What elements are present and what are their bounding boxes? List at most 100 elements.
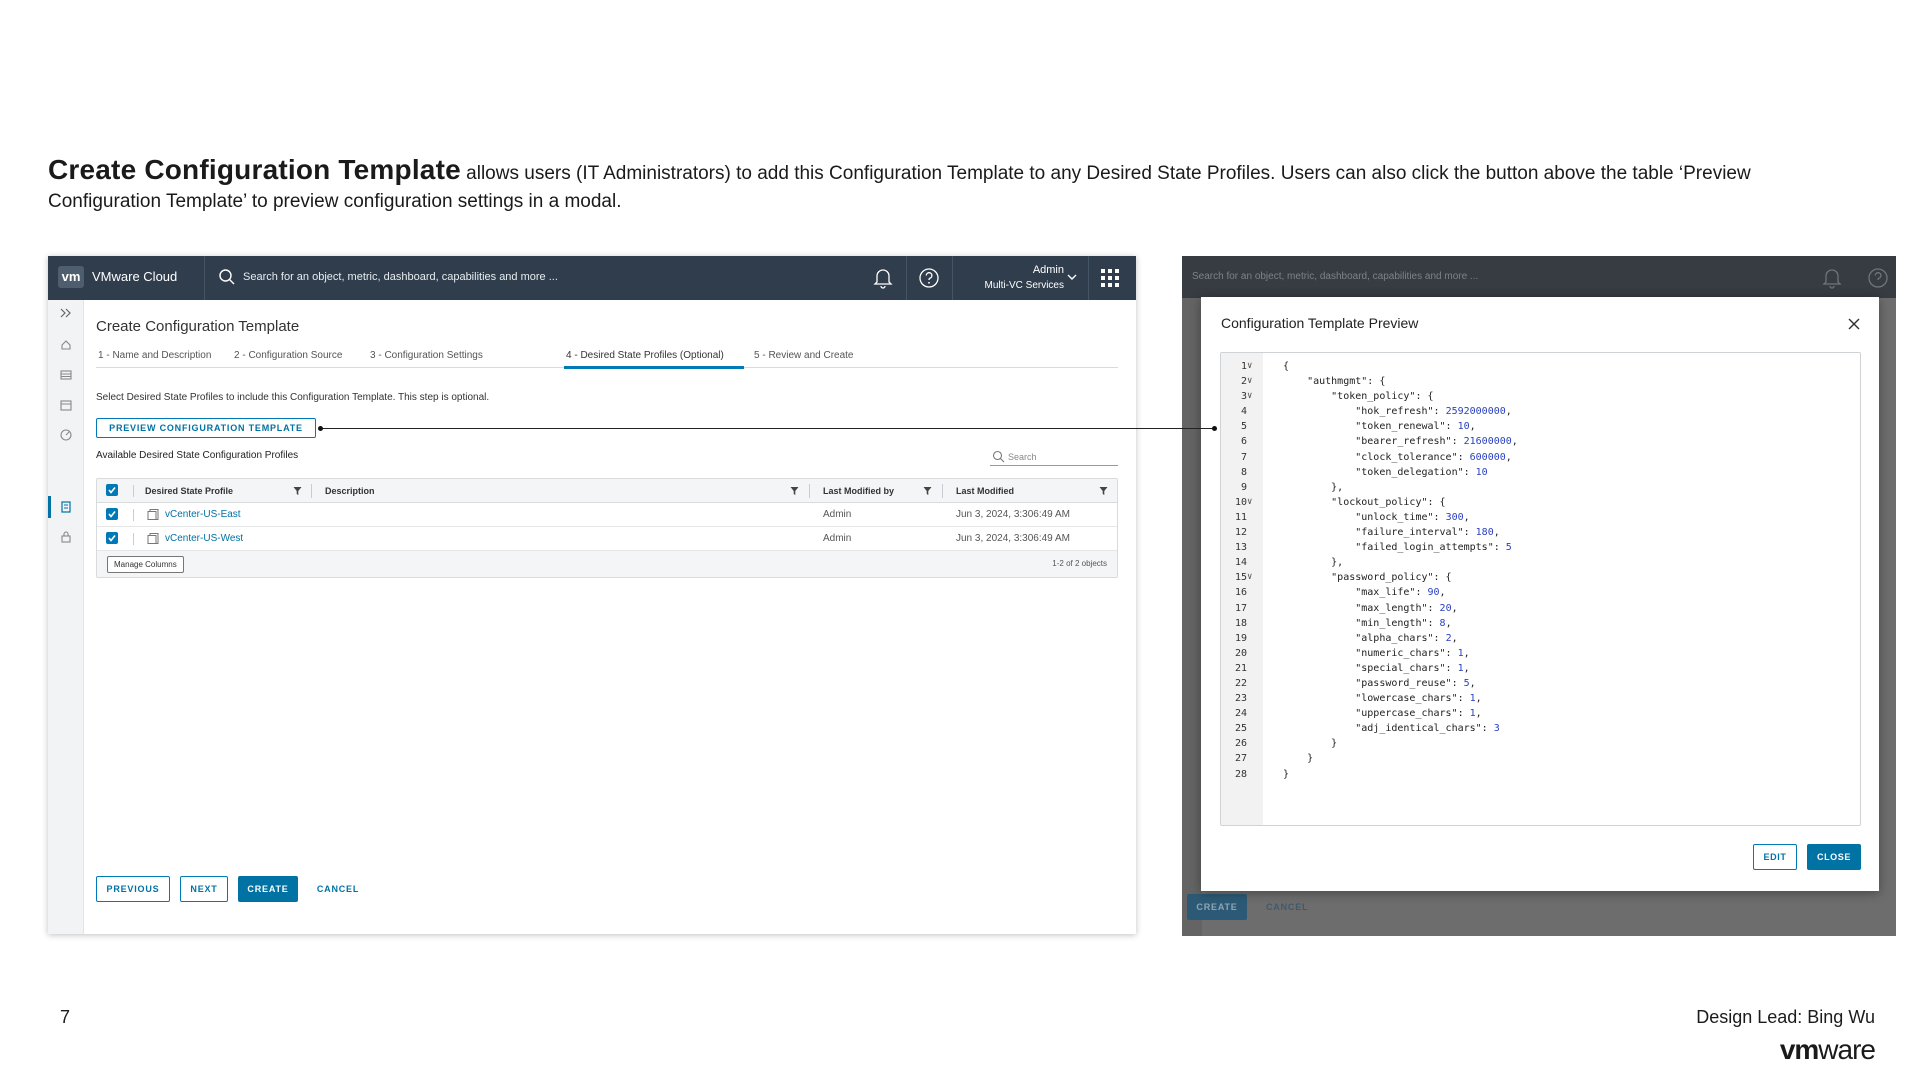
security-icon[interactable] <box>59 530 73 544</box>
profile-link[interactable]: vCenter-US-West <box>165 533 243 544</box>
vmware-logo[interactable]: vm <box>58 266 84 288</box>
step-desired-state-profiles[interactable]: 4 - Desired State Profiles (Optional) <box>566 350 724 361</box>
code-line: 12 "failure_interval": 180, <box>1221 525 1860 540</box>
create-template-window: vm VMware Cloud Search for an object, me… <box>48 256 1136 934</box>
code-editor[interactable]: 1 ∨{2 ∨ "authmgmt": {3 ∨ "token_policy": {4… <box>1220 352 1861 826</box>
close-button[interactable]: CLOSE <box>1807 844 1861 870</box>
filter-icon[interactable] <box>923 486 932 496</box>
row-checkbox[interactable] <box>106 532 118 544</box>
fold-chevron-icon[interactable]: ∨ <box>1247 570 1252 585</box>
home-icon[interactable] <box>59 338 73 352</box>
code-line: 10 ∨ "lockout_policy": { <box>1221 495 1860 510</box>
line-number: 7 <box>1240 451 1247 463</box>
slide-title-bold: Create Configuration Template <box>48 154 461 185</box>
connector-line <box>320 428 1214 429</box>
configuration-template-preview-modal: Configuration Template Preview 1 ∨{2 ∨ "au… <box>1201 297 1879 891</box>
code-line: 8 "token_delegation": 10 <box>1221 465 1860 480</box>
slide-page-number: 7 <box>60 1007 71 1027</box>
dashboard-icon[interactable] <box>59 428 73 442</box>
column-last-modified[interactable]: Last Modified <box>956 486 1014 496</box>
line-number: 16 <box>1234 587 1247 599</box>
inventory-icon[interactable] <box>59 368 73 382</box>
global-search-input[interactable]: Search for an object, metric, dashboard,… <box>243 271 558 283</box>
column-description[interactable]: Description <box>325 486 375 496</box>
search-placeholder: Search <box>1008 452 1037 462</box>
code-text: } <box>1283 753 1314 765</box>
code-line: 9 }, <box>1221 480 1860 495</box>
code-text: "numeric_chars": 1, <box>1283 647 1470 659</box>
manage-columns-button[interactable]: Manage Columns <box>107 556 184 573</box>
configuration-icon[interactable] <box>59 500 73 514</box>
code-line: 26 } <box>1221 736 1860 751</box>
line-number: 14 <box>1234 557 1247 569</box>
help-icon[interactable] <box>918 267 940 289</box>
dimmed-create-button: CREATE <box>1187 894 1247 920</box>
profile-link[interactable]: vCenter-US-East <box>165 509 241 520</box>
code-text: "unlock_time": 300, <box>1283 511 1470 523</box>
filter-icon[interactable] <box>293 486 302 496</box>
step-review-create[interactable]: 5 - Review and Create <box>754 350 854 361</box>
bell-icon[interactable] <box>873 267 893 289</box>
fold-chevron-icon[interactable]: ∨ <box>1247 389 1252 404</box>
logo-bold-part: vm <box>1779 1034 1819 1065</box>
step-configuration-source[interactable]: 2 - Configuration Source <box>234 350 342 361</box>
code-text: "bearer_refresh": 21600000, <box>1283 436 1518 448</box>
step-name-description[interactable]: 1 - Name and Description <box>98 350 211 361</box>
search-icon[interactable] <box>218 268 236 286</box>
brand-name[interactable]: VMware Cloud <box>92 269 177 284</box>
code-line: 14 }, <box>1221 555 1860 570</box>
column-last-modified-by[interactable]: Last Modified by <box>823 486 894 496</box>
line-number: 5 <box>1240 421 1247 433</box>
last-modified-cell: Jun 3, 2024, 3:306:49 AM <box>956 509 1070 520</box>
line-number: 13 <box>1234 542 1247 554</box>
code-text: "password_policy": { <box>1283 572 1452 584</box>
filter-icon[interactable] <box>1099 486 1108 496</box>
profile-icon <box>147 509 159 520</box>
previous-button[interactable]: PREVIOUS <box>96 876 170 902</box>
code-text: "adj_identical_chars": 3 <box>1283 723 1500 735</box>
fold-chevron-icon[interactable]: ∨ <box>1247 495 1252 510</box>
code-line: 17 "max_length": 20, <box>1221 601 1860 616</box>
column-divider <box>942 484 943 498</box>
line-number: 17 <box>1234 602 1247 614</box>
close-icon[interactable] <box>1847 317 1861 331</box>
step-description: Select Desired State Profiles to include… <box>96 392 490 403</box>
step-configuration-settings[interactable]: 3 - Configuration Settings <box>370 350 483 361</box>
line-number: 8 <box>1240 466 1247 478</box>
table-search-input[interactable]: Search <box>990 448 1118 466</box>
page-title: Create Configuration Template <box>96 318 300 335</box>
wizard-steps: 1 - Name and Description 2 - Configurati… <box>96 344 1118 369</box>
code-line: 24 "uppercase_chars": 1, <box>1221 706 1860 721</box>
column-desired-state-profile[interactable]: Desired State Profile <box>145 486 233 496</box>
fold-chevron-icon[interactable]: ∨ <box>1247 359 1252 374</box>
app-launcher-icon[interactable] <box>1101 269 1119 287</box>
select-all-checkbox[interactable] <box>106 484 118 496</box>
create-button[interactable]: CREATE <box>238 876 298 902</box>
code-text: { <box>1283 361 1290 372</box>
topbar-divider <box>204 256 205 300</box>
filter-icon[interactable] <box>790 486 799 496</box>
chevron-down-icon[interactable] <box>1066 272 1078 282</box>
topbar-divider <box>952 256 953 300</box>
table-row[interactable]: vCenter-US-West Admin Jun 3, 2024, 3:306… <box>97 527 1117 551</box>
code-line: 15 ∨ "password_policy": { <box>1221 570 1860 585</box>
vmware-wordmark-logo: vmware <box>1779 1034 1876 1066</box>
code-line: 6 "bearer_refresh": 21600000, <box>1221 434 1860 449</box>
datagrid-footer: Manage Columns 1-2 of 2 objects <box>97 551 1117 577</box>
code-line: 18 "min_length": 8, <box>1221 616 1860 631</box>
active-step-indicator <box>564 366 744 369</box>
code-text: "token_delegation": 10 <box>1283 466 1488 478</box>
table-row[interactable]: vCenter-US-East Admin Jun 3, 2024, 3:306… <box>97 503 1117 527</box>
next-button[interactable]: NEXT <box>180 876 228 902</box>
cancel-button[interactable]: CANCEL <box>308 876 368 902</box>
code-line: 21 "special_chars": 1, <box>1221 661 1860 676</box>
calendar-icon[interactable] <box>59 398 73 412</box>
expand-nav-icon[interactable] <box>59 306 73 320</box>
line-number: 15 <box>1234 572 1247 584</box>
edit-button[interactable]: EDIT <box>1753 844 1797 870</box>
line-number: 9 <box>1240 481 1247 493</box>
row-checkbox[interactable] <box>106 508 118 520</box>
help-icon <box>1868 268 1888 288</box>
fold-chevron-icon[interactable]: ∨ <box>1247 374 1252 389</box>
preview-configuration-template-button[interactable]: PREVIEW CONFIGURATION TEMPLATE <box>96 418 316 438</box>
